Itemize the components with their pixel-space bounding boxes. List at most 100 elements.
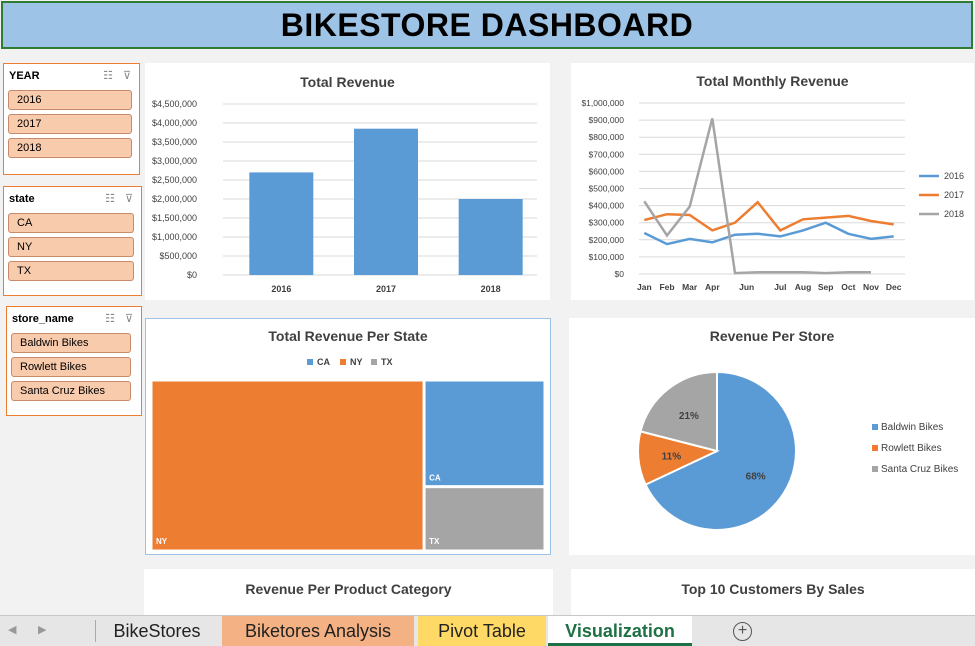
clear-filter-icon[interactable]: ⊽	[125, 312, 133, 325]
y-tick-label: $2,500,000	[152, 175, 197, 185]
treemap-cell-NY	[151, 380, 424, 551]
y-tick-label: $100,000	[589, 252, 625, 262]
pie-data-label: 68%	[746, 472, 766, 483]
y-tick-label: $600,000	[589, 166, 625, 176]
legend-swatch	[307, 359, 313, 365]
x-tick-label: Nov	[863, 282, 879, 292]
state-slicer-header: state	[9, 193, 35, 205]
treemap-cell-CA	[424, 380, 545, 487]
slicer-item-2016[interactable]: 2016	[8, 90, 132, 110]
treemap-label: NY	[156, 537, 168, 546]
y-tick-label: $0	[187, 270, 197, 280]
slicer-item-rowlett-bikes[interactable]: Rowlett Bikes	[11, 357, 131, 377]
slicer-item-2018[interactable]: 2018	[8, 138, 132, 158]
total-revenue-chart[interactable]: Total Revenue $4,500,000 $4,000,000 $3,500…	[145, 63, 550, 300]
slicer-item-tx[interactable]: TX	[8, 261, 134, 281]
revenue-per-store-chart[interactable]: Revenue Per Store 68% 11% 21% Baldwin Bikes…	[569, 318, 975, 555]
y-tick-label: $3,000,000	[152, 156, 197, 166]
legend-swatch	[872, 466, 878, 472]
tab-bikestores[interactable]: BikeStores	[97, 616, 217, 646]
legend-swatch	[371, 359, 377, 365]
store-slicer: store_name ☷ ⊽ Baldwin Bikes Rowlett Bike…	[6, 306, 142, 416]
multi-select-icon[interactable]: ☷	[103, 69, 113, 82]
x-tick-label: 2017	[376, 284, 396, 294]
clear-filter-icon[interactable]: ⊽	[123, 69, 131, 82]
y-tick-label: $800,000	[589, 132, 625, 142]
pie-data-label: 21%	[679, 411, 699, 422]
tab-pivot-table[interactable]: Pivot Table	[418, 616, 546, 646]
state-slicer: state ☷ ⊽ CA NY TX	[3, 186, 142, 296]
legend-label: TX	[381, 357, 393, 367]
x-tick-label: Jun	[739, 282, 754, 292]
bar-2018	[458, 199, 523, 275]
scroll-left-icon[interactable]: ◀	[8, 623, 16, 636]
legend-label: 2016	[944, 171, 964, 181]
bar-2016	[249, 172, 314, 275]
treemap-label: CA	[429, 474, 441, 483]
sheet-tab-bar: ◀ ▶ BikeStores Biketores Analysis Pivot …	[0, 615, 975, 646]
legend-label: NY	[350, 357, 363, 367]
revenue-per-store-plot: 68% 11% 21% Baldwin Bikes Rowlett Bikes Santa…	[637, 370, 958, 531]
legend-label: Baldwin Bikes	[881, 422, 943, 433]
y-tick-label: $1,000,000	[152, 232, 197, 242]
y-tick-label: $200,000	[589, 235, 625, 245]
revenue-per-state-chart[interactable]: Total Revenue Per State CA NY TX NY CA TX	[145, 318, 551, 555]
x-tick-label: Aug	[795, 282, 812, 292]
legend-swatch	[340, 359, 346, 365]
legend-label: 2017	[944, 190, 964, 200]
y-tick-label: $3,500,000	[152, 137, 197, 147]
legend-swatch	[872, 445, 878, 451]
chart-title: Top 10 Customers By Sales	[681, 581, 865, 597]
slicer-item-santa-cruz-bikes[interactable]: Santa Cruz Bikes	[11, 381, 131, 401]
y-tick-label: $700,000	[589, 149, 625, 159]
y-tick-label: $900,000	[589, 115, 625, 125]
scroll-right-icon[interactable]: ▶	[38, 623, 46, 636]
y-tick-label: $2,000,000	[152, 194, 197, 204]
year-slicer-header: YEAR	[9, 70, 40, 82]
x-tick-label: Jan	[637, 282, 652, 292]
y-tick-label: $500,000	[159, 251, 197, 261]
year-slicer: YEAR ☷ ⊽ 2016 2017 2018	[3, 63, 140, 175]
legend-label: Santa Cruz Bikes	[881, 464, 958, 475]
x-tick-label: Apr	[705, 282, 720, 292]
legend-label: Rowlett Bikes	[881, 443, 942, 454]
y-tick-label: $4,000,000	[152, 118, 197, 128]
legend-label: 2018	[944, 209, 964, 219]
revenue-per-state-plot: CA NY TX NY CA TX	[151, 357, 545, 551]
series-line-2016	[643, 221, 894, 246]
slicer-item-baldwin-bikes[interactable]: Baldwin Bikes	[11, 333, 131, 353]
bar-2017	[354, 128, 418, 275]
y-tick-label: $0	[615, 269, 625, 279]
y-tick-label: $1,500,000	[152, 213, 197, 223]
total-revenue-plot: $4,500,000 $4,000,000 $3,500,000 $3,000,000…	[152, 99, 537, 294]
y-tick-label: $300,000	[589, 218, 625, 228]
clear-filter-icon[interactable]: ⊽	[125, 192, 133, 205]
tab-biketores-analysis[interactable]: Biketores Analysis	[222, 616, 414, 646]
y-tick-label: $400,000	[589, 201, 625, 211]
top-customers-chart[interactable]: Top 10 Customers By Sales	[571, 569, 975, 615]
x-tick-label: Jul	[774, 282, 786, 292]
y-tick-label: $1,000,000	[581, 98, 624, 108]
x-tick-label: Sep	[818, 282, 834, 292]
slicer-item-2017[interactable]: 2017	[8, 114, 132, 134]
slicer-item-ca[interactable]: CA	[8, 213, 134, 233]
x-tick-label: Mar	[682, 282, 698, 292]
multi-select-icon[interactable]: ☷	[105, 312, 115, 325]
treemap-cell-TX	[424, 487, 545, 551]
revenue-per-category-chart[interactable]: Revenue Per Product Category	[144, 569, 553, 615]
x-tick-label: Dec	[886, 282, 902, 292]
x-tick-label: Feb	[659, 282, 674, 292]
multi-select-icon[interactable]: ☷	[105, 192, 115, 205]
slicer-item-ny[interactable]: NY	[8, 237, 134, 257]
dashboard-banner: BIKESTORE DASHBOARD	[1, 1, 973, 49]
monthly-revenue-plot: $1,000,000 $900,000 $800,000 $700,000 $600,0…	[581, 98, 964, 292]
x-tick-label: 2016	[271, 284, 291, 294]
y-tick-label: $500,000	[589, 184, 625, 194]
dashboard-title: BIKESTORE DASHBOARD	[280, 6, 694, 43]
chart-title: Revenue Per Product Category	[245, 581, 452, 597]
tab-visualization[interactable]: Visualization	[548, 616, 692, 646]
y-tick-label: $4,500,000	[152, 99, 197, 109]
x-tick-label: Oct	[841, 282, 855, 292]
add-sheet-icon[interactable]: +	[733, 622, 752, 641]
monthly-revenue-chart[interactable]: Total Monthly Revenue $1,000,000 $900,000…	[571, 63, 974, 300]
